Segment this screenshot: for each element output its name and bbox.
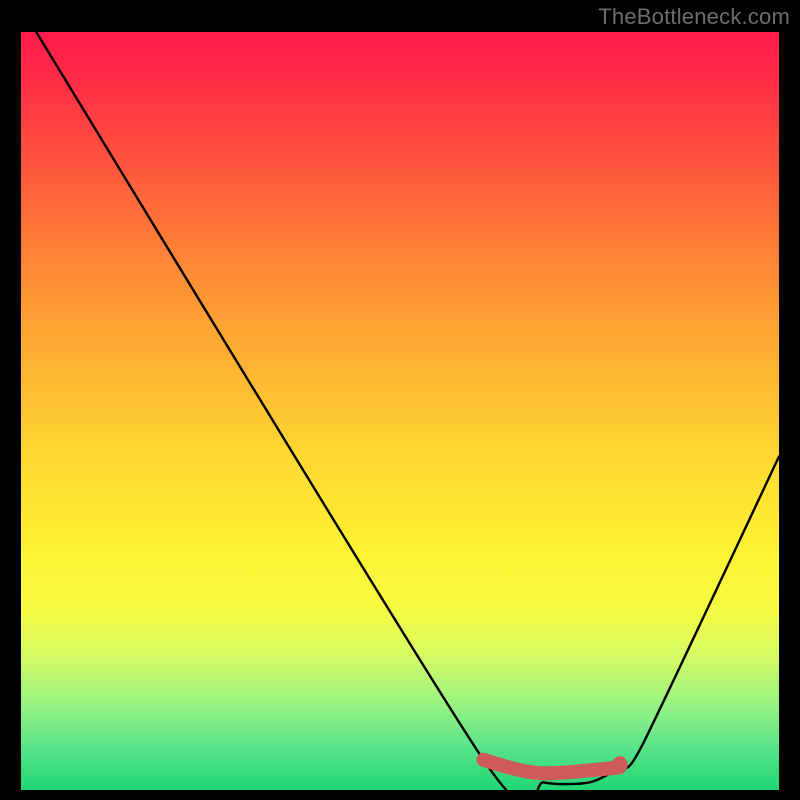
chart-svg bbox=[21, 32, 779, 790]
chart-container: TheBottleneck.com bbox=[0, 0, 800, 800]
optimal-range-segment bbox=[483, 760, 619, 774]
plot-area bbox=[21, 32, 779, 790]
bottleneck-curve-path bbox=[36, 32, 779, 790]
attribution-label: TheBottleneck.com bbox=[598, 4, 790, 30]
optimal-range-end-dot bbox=[612, 756, 628, 772]
